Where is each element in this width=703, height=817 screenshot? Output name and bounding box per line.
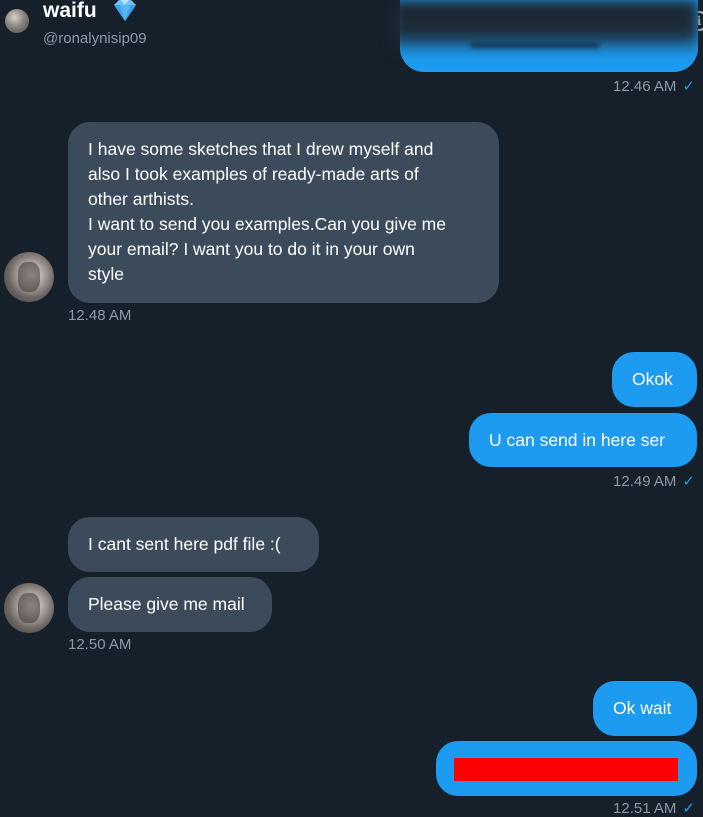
incoming-message-bubble[interactable]: I have some sketches that I drew myself …	[68, 122, 499, 303]
message-timestamp: 12.46 AM ✓	[613, 78, 695, 95]
message-text: Please give me mail	[88, 594, 245, 614]
incoming-message-bubble[interactable]: Please give me mail	[68, 577, 272, 632]
message-text: U can send in here ser	[489, 430, 666, 450]
contact-handle: @ronalynisip09	[43, 30, 147, 47]
read-check-icon: ✓	[682, 78, 695, 95]
contact-avatar-small[interactable]	[5, 9, 29, 33]
message-text: Okok	[632, 369, 673, 389]
message-text: I cant sent here pdf file :(	[88, 534, 281, 554]
blurred-overlay	[392, 0, 698, 55]
read-check-icon: ✓	[682, 800, 695, 817]
message-timestamp: 12.48 AM	[68, 307, 132, 324]
message-text: Ok wait	[613, 698, 672, 718]
incoming-message-bubble[interactable]: I cant sent here pdf file :(	[68, 517, 319, 572]
message-timestamp: 12.51 AM ✓	[613, 800, 695, 817]
contact-avatar[interactable]	[4, 583, 54, 633]
contact-name[interactable]: waifu	[43, 0, 97, 23]
contact-avatar[interactable]	[4, 252, 54, 302]
read-check-icon: ✓	[682, 473, 695, 490]
outgoing-message-bubble[interactable]: U can send in here ser	[469, 413, 697, 467]
outgoing-message-bubble[interactable]: Ok wait	[593, 681, 697, 736]
outgoing-message-bubble[interactable]: Okok	[612, 352, 697, 407]
message-timestamp: 12.49 AM ✓	[613, 473, 695, 490]
message-text: I have some sketches that I drew myself …	[88, 139, 446, 284]
redaction-bar	[454, 758, 678, 781]
gem-icon	[114, 0, 136, 21]
message-timestamp: 12.50 AM	[68, 636, 132, 653]
